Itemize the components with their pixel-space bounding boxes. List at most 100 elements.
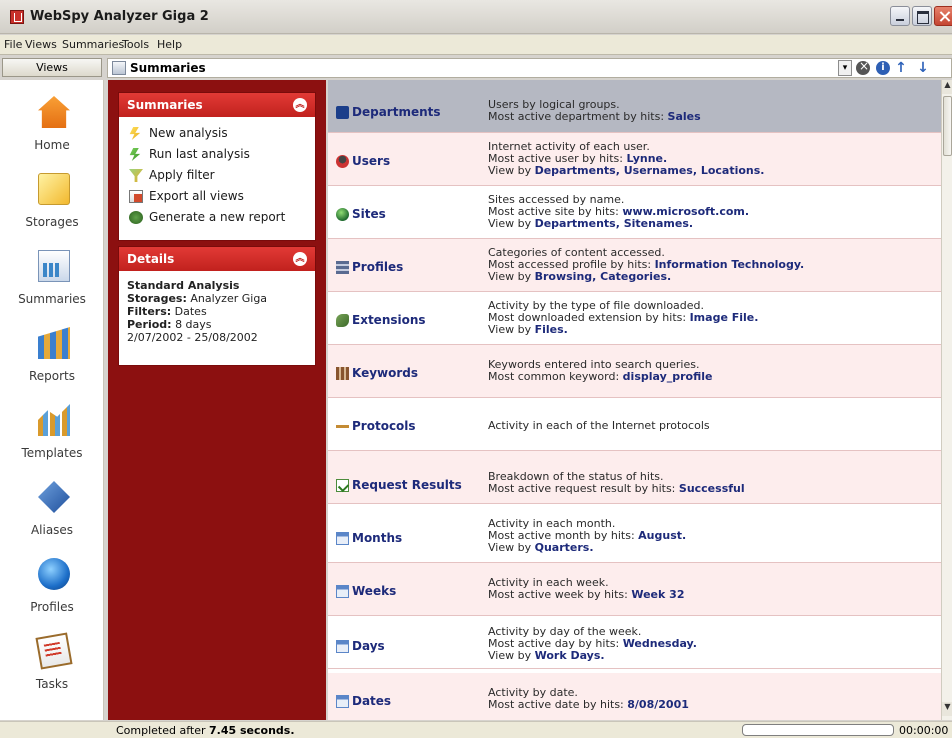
row-desc-link[interactable]: Browsing, Categories. xyxy=(535,270,672,283)
minimize-button[interactable] xyxy=(890,6,910,26)
row-desc-link[interactable]: Week 32 xyxy=(631,588,684,601)
info-icon[interactable]: i xyxy=(876,61,890,75)
task-run-last-analysis[interactable]: Run last analysis xyxy=(119,144,315,165)
sidebar-item-home[interactable]: Home xyxy=(0,90,104,166)
sidebar-label: Aliases xyxy=(30,523,74,537)
sidebar-item-tasks[interactable]: Tasks xyxy=(0,629,104,705)
summary-row-departments[interactable]: Departments Users by logical groups. Mos… xyxy=(328,80,941,133)
row-name[interactable]: Protocols xyxy=(352,419,416,433)
row-desc-link[interactable]: Wednesday. xyxy=(623,637,697,650)
menu-help[interactable]: Help xyxy=(157,38,182,51)
row-description: Keywords entered into search queries. Mo… xyxy=(488,359,713,383)
row-name[interactable]: Weeks xyxy=(352,584,396,598)
summary-row-weeks[interactable]: Weeks Activity in each week. Most active… xyxy=(328,563,941,616)
summaries-box-header[interactable]: Summaries ︽ xyxy=(119,93,315,117)
keywords-icon xyxy=(336,367,349,380)
row-desc-text: View by xyxy=(488,649,535,662)
request-results-icon xyxy=(336,479,349,492)
collapse-icon[interactable]: ︽ xyxy=(293,98,307,112)
summary-row-extensions[interactable]: Extensions Activity by the type of file … xyxy=(328,292,941,345)
calendar-icon xyxy=(336,532,349,545)
row-description: Activity in each week. Most active week … xyxy=(488,577,684,601)
sidebar-item-profiles[interactable]: Profiles xyxy=(0,552,104,628)
row-description: Activity in each of the Internet protoco… xyxy=(488,420,710,432)
summary-row-request-results[interactable]: Request Results Breakdown of the status … xyxy=(328,451,941,504)
progress-bar xyxy=(742,724,894,736)
row-desc-link[interactable]: August. xyxy=(638,529,686,542)
scroll-down-button[interactable]: ▼ xyxy=(942,702,952,716)
row-name[interactable]: Profiles xyxy=(352,260,403,274)
row-desc-link[interactable]: Work Days. xyxy=(535,649,605,662)
row-name[interactable]: Extensions xyxy=(352,313,426,327)
row-desc-link[interactable]: Departments, Usernames, Locations. xyxy=(535,164,765,177)
scroll-up-button[interactable]: ▲ xyxy=(942,80,952,94)
row-name[interactable]: Request Results xyxy=(352,478,462,492)
row-name[interactable]: Dates xyxy=(352,694,391,708)
sidebar-item-reports[interactable]: Reports xyxy=(0,321,104,397)
users-icon xyxy=(336,155,349,168)
sidebar-item-summaries[interactable]: Summaries xyxy=(0,244,104,320)
details-box: Details ︽ Standard Analysis Storages: An… xyxy=(118,246,316,366)
summaries-icon xyxy=(112,61,126,75)
vertical-scrollbar[interactable]: ▲ ▼ xyxy=(941,80,952,720)
filters-value: Dates xyxy=(174,305,207,318)
summary-row-users[interactable]: Users Internet activity of each user. Mo… xyxy=(328,133,941,186)
summary-row-profiles[interactable]: Profiles Categories of content accessed.… xyxy=(328,239,941,292)
close-button[interactable] xyxy=(934,6,952,26)
summary-row-months[interactable]: Months Activity in each month. Most acti… xyxy=(328,510,941,563)
summaries-box-title: Summaries xyxy=(127,98,203,112)
arrow-down-icon[interactable]: ↓ xyxy=(916,60,930,76)
menu-file[interactable]: File xyxy=(4,38,22,51)
summary-row-days[interactable]: Days Activity by day of the week. Most a… xyxy=(328,616,941,669)
row-desc-link[interactable]: 8/08/2001 xyxy=(627,698,689,711)
view-dropdown-button[interactable]: ▾ xyxy=(838,60,852,76)
row-desc-link[interactable]: Quarters. xyxy=(535,541,594,554)
row-name[interactable]: Sites xyxy=(352,207,386,221)
maximize-button[interactable] xyxy=(912,6,932,26)
task-export-all-views[interactable]: Export all views xyxy=(119,186,315,207)
views-tab[interactable]: Views xyxy=(2,58,102,77)
sidebar-item-aliases[interactable]: Aliases xyxy=(0,475,104,551)
row-name[interactable]: Months xyxy=(352,531,402,545)
row-desc-link[interactable]: display_profile xyxy=(623,370,713,383)
task-new-analysis[interactable]: New analysis xyxy=(119,123,315,144)
row-desc-link[interactable]: Information Technology. xyxy=(655,258,805,271)
row-name[interactable]: Departments xyxy=(352,105,441,119)
menu-tools[interactable]: Tools xyxy=(122,38,149,51)
task-apply-filter[interactable]: Apply filter xyxy=(119,165,315,186)
row-description: Categories of content accessed. Most acc… xyxy=(488,247,804,283)
summary-row-keywords[interactable]: Keywords Keywords entered into search qu… xyxy=(328,345,941,398)
details-content: Standard Analysis Storages: Analyzer Gig… xyxy=(119,271,315,352)
row-desc-text: View by xyxy=(488,217,535,230)
menu-views[interactable]: Views xyxy=(25,38,57,51)
templates-icon xyxy=(38,404,70,436)
analysis-name: Standard Analysis xyxy=(127,279,240,292)
views-sidebar: Home Storages Summaries Reports Template… xyxy=(0,80,104,720)
row-name[interactable]: Users xyxy=(352,154,390,168)
summary-row-protocols[interactable]: Protocols Activity in each of the Intern… xyxy=(328,398,941,451)
period-value: 8 days xyxy=(175,318,212,331)
arrow-up-icon[interactable]: ↑ xyxy=(894,60,908,76)
details-box-header[interactable]: Details ︽ xyxy=(119,247,315,271)
row-desc-link[interactable]: Successful xyxy=(679,482,745,495)
stop-icon[interactable] xyxy=(856,59,870,75)
collapse-icon[interactable]: ︽ xyxy=(293,252,307,266)
sidebar-label: Profiles xyxy=(30,600,74,614)
summary-row-sites[interactable]: Sites Sites accessed by name. Most activ… xyxy=(328,186,941,239)
row-desc-link[interactable]: Files. xyxy=(535,323,568,336)
sidebar-item-templates[interactable]: Templates xyxy=(0,398,104,474)
task-generate-report[interactable]: Generate a new report xyxy=(119,207,315,228)
summary-row-dates[interactable]: Dates Activity by date. Most active date… xyxy=(328,673,941,720)
row-name[interactable]: Days xyxy=(352,639,385,653)
scroll-thumb[interactable] xyxy=(943,96,952,156)
app-logo-icon xyxy=(10,10,24,24)
sites-icon xyxy=(336,208,349,221)
sidebar-item-storages[interactable]: Storages xyxy=(0,167,104,243)
row-desc-line: Activity in each of the Internet protoco… xyxy=(488,419,710,432)
row-desc-link[interactable]: Image File. xyxy=(690,311,759,324)
row-name[interactable]: Keywords xyxy=(352,366,418,380)
row-description: Activity by date. Most active date by hi… xyxy=(488,687,689,711)
row-desc-link[interactable]: Departments, Sitenames. xyxy=(535,217,693,230)
menu-summaries[interactable]: Summaries xyxy=(62,38,124,51)
row-desc-link[interactable]: Sales xyxy=(668,110,701,123)
